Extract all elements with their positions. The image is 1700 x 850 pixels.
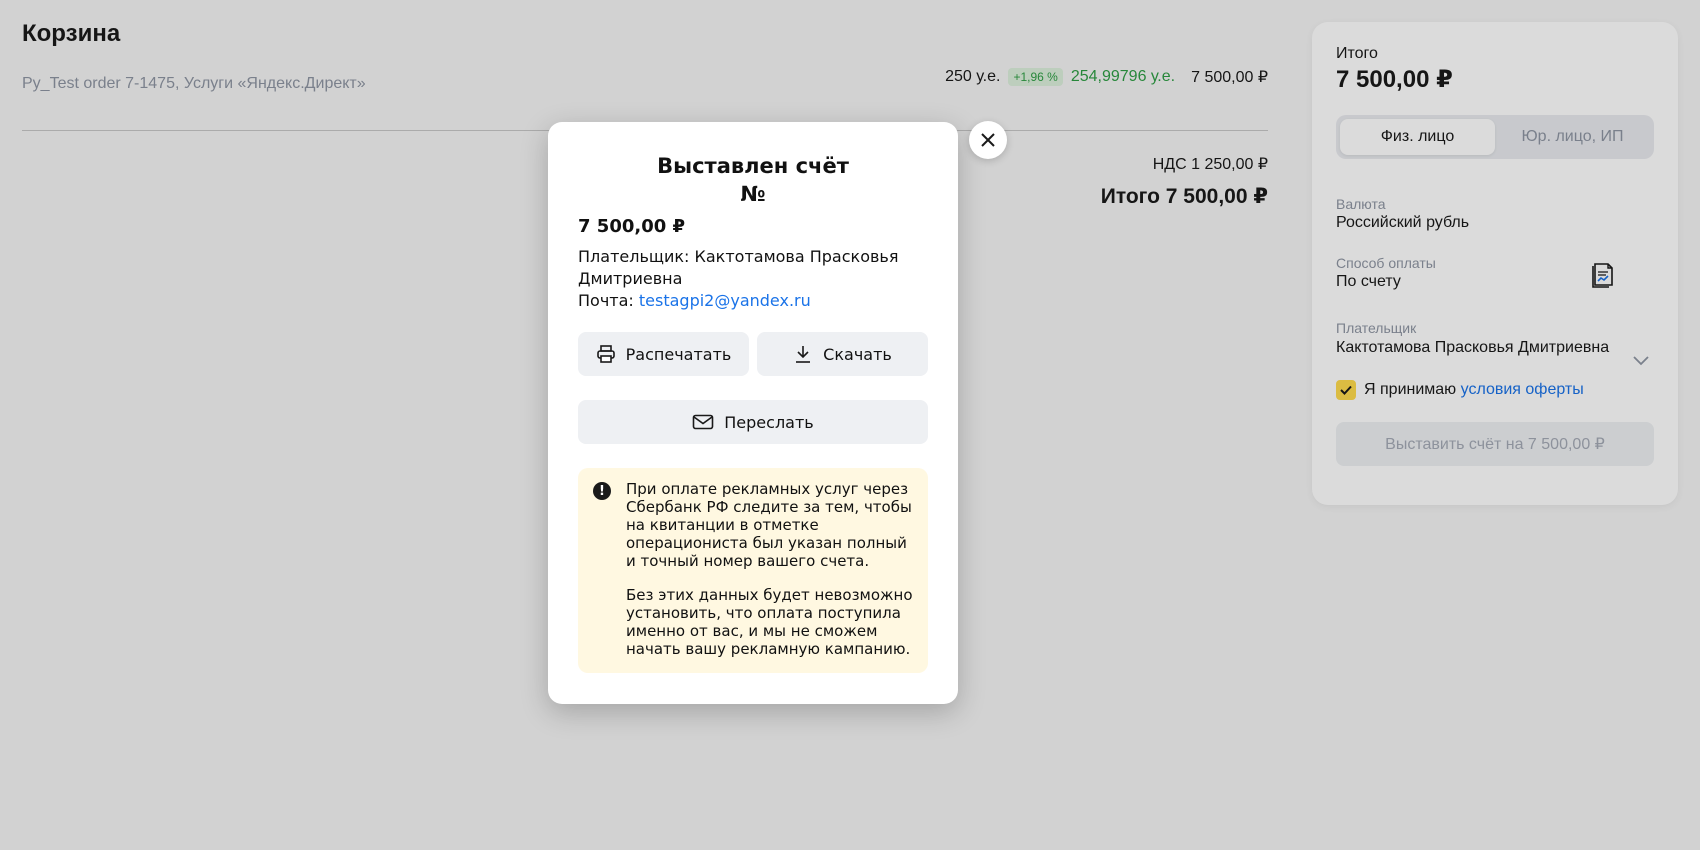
warning-box: ! При оплате рекламных услуг через Сберб… bbox=[578, 468, 928, 673]
invoice-number: № bbox=[740, 182, 766, 206]
warning-text-1: При оплате рекламных услуг через Сбербан… bbox=[626, 480, 912, 570]
email-caption: Почта: bbox=[578, 291, 634, 310]
download-button[interactable]: Скачать bbox=[757, 332, 928, 376]
invoice-payer: Плательщик: Кактотамова Прасковья Дмитри… bbox=[578, 246, 928, 290]
forward-label: Переслать bbox=[724, 412, 814, 432]
modal-title: Выставлен счёт bbox=[657, 154, 849, 178]
invoice-email: Почта: testagpi2@yandex.ru bbox=[578, 291, 811, 310]
forward-button[interactable]: Переслать bbox=[578, 400, 928, 444]
invoice-modal: Выставлен счёт № 7 500,00 ₽ Плательщик: … bbox=[548, 122, 958, 704]
download-icon bbox=[796, 346, 811, 363]
print-label: Распечатать bbox=[625, 344, 732, 364]
printer-icon bbox=[596, 345, 615, 363]
warning-text-2: Без этих данных будет невозможно установ… bbox=[626, 586, 913, 658]
invoice-amount: 7 500,00 ₽ bbox=[578, 216, 686, 237]
email-link[interactable]: testagpi2@yandex.ru bbox=[639, 291, 811, 310]
payer-caption: Плательщик: bbox=[578, 247, 690, 266]
close-icon bbox=[981, 133, 995, 147]
close-button[interactable] bbox=[969, 121, 1007, 159]
exclamation-icon: ! bbox=[593, 482, 611, 500]
download-label: Скачать bbox=[823, 344, 892, 364]
print-button[interactable]: Распечатать bbox=[578, 332, 749, 376]
mail-icon bbox=[692, 414, 714, 430]
